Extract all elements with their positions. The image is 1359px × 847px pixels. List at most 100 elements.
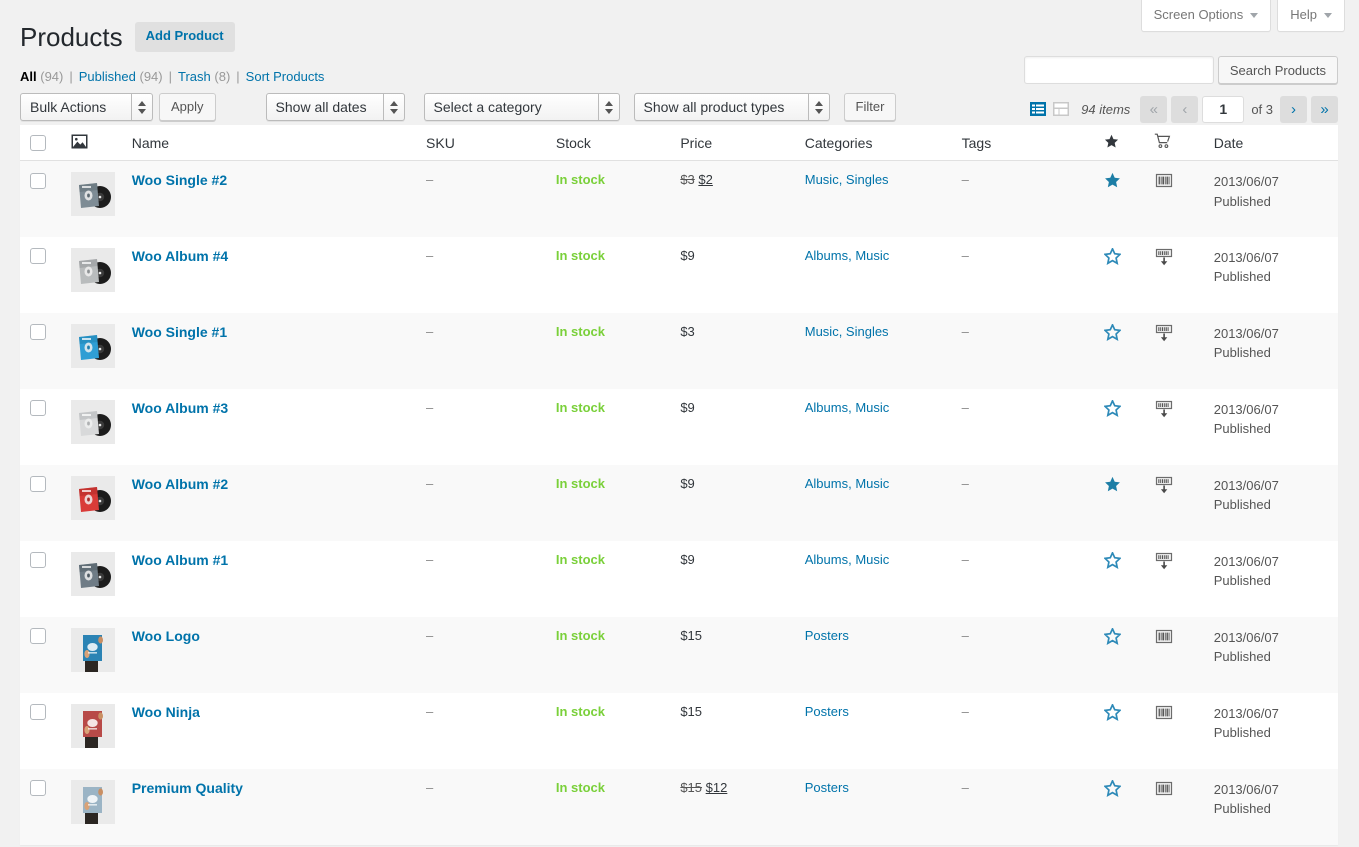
row-checkbox[interactable]: [30, 476, 46, 492]
featured-star-icon[interactable]: [1104, 628, 1121, 645]
category-link[interactable]: Albums, Music: [805, 400, 890, 415]
category-link[interactable]: Albums, Music: [805, 248, 890, 263]
featured-star-icon[interactable]: [1104, 172, 1121, 189]
row-checkbox[interactable]: [30, 704, 46, 720]
select-spinner-icon: [598, 93, 619, 121]
row-categories-cell: Music, Singles: [795, 313, 952, 389]
items-count: 94 items: [1081, 102, 1130, 117]
product-thumbnail[interactable]: [71, 780, 115, 824]
category-filter-select[interactable]: Select a category: [424, 93, 620, 121]
category-link[interactable]: Posters: [805, 780, 849, 795]
price-value: $9: [680, 400, 694, 415]
select-all-checkbox[interactable]: [30, 135, 46, 151]
row-product-type-cell: [1144, 693, 1204, 769]
row-checkbox[interactable]: [30, 552, 46, 568]
product-name-link[interactable]: Premium Quality: [132, 780, 243, 796]
last-page-button[interactable]: »: [1311, 96, 1338, 123]
stock-status: In stock: [556, 400, 605, 415]
featured-star-icon[interactable]: [1104, 476, 1121, 493]
prev-page-button[interactable]: ‹: [1171, 96, 1198, 123]
column-sku[interactable]: SKU: [416, 125, 546, 161]
featured-star-icon[interactable]: [1104, 552, 1121, 569]
row-checkbox[interactable]: [30, 173, 46, 189]
product-thumbnail[interactable]: [71, 476, 115, 520]
row-sku-cell: –: [416, 389, 546, 465]
row-checkbox[interactable]: [30, 248, 46, 264]
apply-button[interactable]: Apply: [159, 93, 216, 121]
column-name[interactable]: Name: [122, 125, 416, 161]
table-header-row: Name SKU Stock Price Categories Tags: [20, 125, 1338, 161]
row-checkbox[interactable]: [30, 400, 46, 416]
list-view-icon[interactable]: [1028, 99, 1048, 119]
table-body: Woo Single #2 – In stock $3 $2 Music, Si…: [20, 161, 1338, 845]
sku-value: –: [426, 476, 433, 491]
featured-star-icon[interactable]: [1104, 248, 1121, 265]
row-sku-cell: –: [416, 465, 546, 541]
price-value: $15: [680, 628, 702, 643]
search-products-button[interactable]: Search Products: [1218, 56, 1338, 84]
product-thumbnail[interactable]: [71, 628, 115, 672]
view-link-sort-products[interactable]: Sort Products: [246, 69, 325, 84]
product-name-link[interactable]: Woo Single #1: [132, 324, 227, 340]
help-button[interactable]: Help: [1277, 0, 1345, 32]
product-name-link[interactable]: Woo Ninja: [132, 704, 200, 720]
product-name-link[interactable]: Woo Album #1: [132, 552, 228, 568]
excerpt-view-icon[interactable]: [1051, 99, 1071, 119]
current-page-input[interactable]: [1202, 96, 1244, 123]
product-name-link[interactable]: Woo Album #2: [132, 476, 228, 492]
bulk-actions-select[interactable]: Bulk Actions: [20, 93, 153, 121]
stock-status: In stock: [556, 248, 605, 263]
pagination: 94 items « ‹ of 3 › »: [1028, 94, 1338, 124]
row-name-cell: Woo Album #3: [122, 389, 416, 465]
search-input[interactable]: [1024, 56, 1214, 84]
category-link[interactable]: Albums, Music: [805, 552, 890, 567]
row-checkbox[interactable]: [30, 628, 46, 644]
sku-value: –: [426, 324, 433, 339]
row-featured-cell: [1094, 617, 1144, 693]
product-thumbnail[interactable]: [71, 172, 115, 216]
product-name-link[interactable]: Woo Single #2: [132, 172, 227, 188]
column-date[interactable]: Date: [1204, 125, 1338, 161]
category-link[interactable]: Albums, Music: [805, 476, 890, 491]
product-name-link[interactable]: Woo Logo: [132, 628, 200, 644]
filter-button[interactable]: Filter: [844, 93, 897, 121]
category-link[interactable]: Posters: [805, 704, 849, 719]
product-thumbnail[interactable]: [71, 248, 115, 292]
row-checkbox-cell: [20, 769, 61, 845]
view-link-published[interactable]: Published: [79, 69, 136, 84]
first-page-button[interactable]: «: [1140, 96, 1167, 123]
tags-value: –: [962, 172, 969, 187]
view-link-all[interactable]: All: [20, 69, 37, 84]
tags-value: –: [962, 324, 969, 339]
product-thumbnail[interactable]: [71, 552, 115, 596]
row-thumbnail-cell: [61, 617, 122, 693]
products-table: Name SKU Stock Price Categories Tags: [20, 125, 1338, 845]
date-filter-select[interactable]: Show all dates: [266, 93, 405, 121]
row-checkbox[interactable]: [30, 324, 46, 340]
category-link[interactable]: Music, Singles: [805, 324, 889, 339]
column-price[interactable]: Price: [670, 125, 794, 161]
sku-value: –: [426, 248, 433, 263]
publish-date: 2013/06/07Published: [1214, 782, 1279, 817]
table-row: Woo Album #2 – In stock $9 Albums, Music…: [20, 465, 1338, 541]
row-thumbnail-cell: [61, 769, 122, 845]
screen-options-button[interactable]: Screen Options: [1141, 0, 1272, 32]
product-name-link[interactable]: Woo Album #4: [132, 248, 228, 264]
product-type-filter-select[interactable]: Show all product types: [634, 93, 830, 121]
star-icon: [1104, 136, 1119, 152]
category-link[interactable]: Posters: [805, 628, 849, 643]
featured-star-icon[interactable]: [1104, 780, 1121, 797]
category-link[interactable]: Music, Singles: [805, 172, 889, 187]
table-row: Woo Logo – In stock $15 Posters – 20: [20, 617, 1338, 693]
featured-star-icon[interactable]: [1104, 324, 1121, 341]
product-thumbnail[interactable]: [71, 704, 115, 748]
featured-star-icon[interactable]: [1104, 704, 1121, 721]
view-link-trash[interactable]: Trash: [178, 69, 211, 84]
product-thumbnail[interactable]: [71, 400, 115, 444]
product-name-link[interactable]: Woo Album #3: [132, 400, 228, 416]
next-page-button[interactable]: ›: [1280, 96, 1307, 123]
product-thumbnail[interactable]: [71, 324, 115, 368]
row-checkbox[interactable]: [30, 780, 46, 796]
featured-star-icon[interactable]: [1104, 400, 1121, 417]
add-product-button[interactable]: Add Product: [135, 22, 235, 52]
